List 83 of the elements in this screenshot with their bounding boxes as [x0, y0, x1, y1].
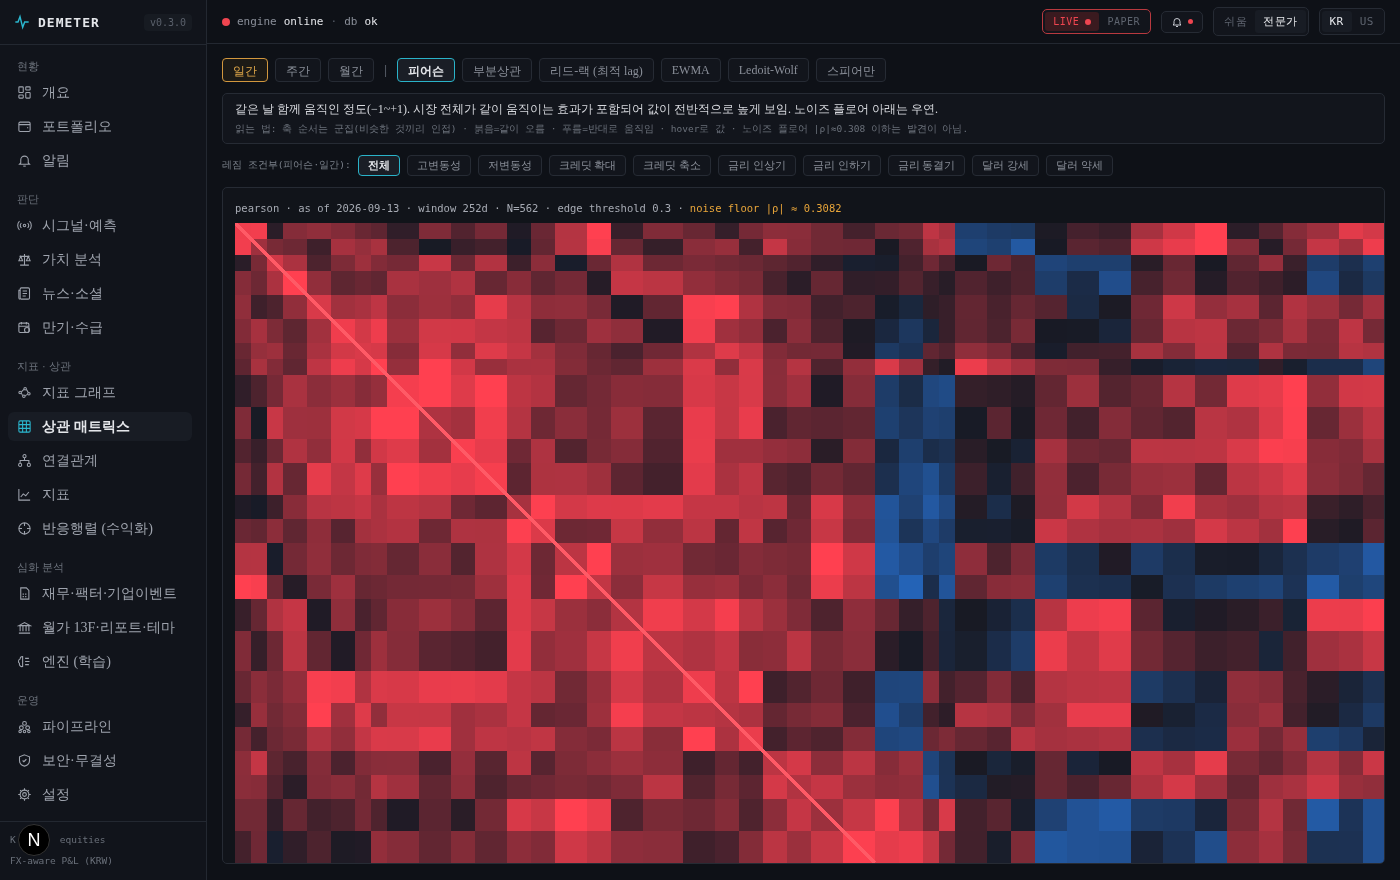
- app-logo: DEMETER: [38, 14, 100, 30]
- freq-tab[interactable]: 주간: [275, 58, 321, 82]
- chip-tab[interactable]: 금리 동결기: [887, 155, 966, 176]
- method-tab[interactable]: 부분상관: [462, 58, 533, 82]
- nav-item[interactable]: 개요: [8, 78, 192, 107]
- freq-tab[interactable]: 일간: [222, 58, 268, 82]
- version-label: v0.3.0: [143, 13, 192, 31]
- method-tab[interactable]: 피어슨: [397, 58, 456, 82]
- wallet-icon: [17, 119, 32, 134]
- nav-item[interactable]: 지표: [8, 480, 192, 509]
- chip-tab[interactable]: 크레딧 축소: [633, 155, 712, 176]
- status-dot: [222, 17, 230, 26]
- hierarchy-icon: [17, 453, 32, 468]
- pulse-icon: [14, 14, 30, 30]
- line-chart-icon: [17, 487, 32, 502]
- reading-hint: 읽는 법: 축 순서는 군집(비슷한 것끼리 인접) · 붉음=같이 오름 · 푸름=반대로 움직임 · hover로 값 · 노이즈 플로어 |ρ|≈0.308 이하는 발견이 아님.: [235, 123, 970, 136]
- freq-tab[interactable]: 월간: [328, 58, 374, 82]
- broadcast-icon: [17, 218, 32, 233]
- bank-icon: [17, 620, 32, 635]
- bell-icon: [17, 153, 32, 168]
- status-label: engine: [237, 15, 277, 28]
- matrix-caption: pearson · as of 2026-09-13 · window 252d · N=562 · edge threshold 0.3 ·: [235, 202, 684, 214]
- chip-tab[interactable]: 금리 인하기: [802, 155, 881, 176]
- description-text: 같은 날 함께 움직인 정도(−1~+1). 시장 전체가 같이 움직이는 효과가 포함되어 값이 전반적으로 높게 보임. 노이즈 플로어 아래는 우연.: [235, 101, 940, 118]
- footer-text: FX-aware P&L (KRW): [10, 854, 114, 868]
- settings-icon: [17, 787, 32, 802]
- method-tab[interactable]: Ledoit-Wolf: [727, 58, 809, 82]
- nav-item[interactable]: 보안·무결성: [8, 746, 192, 775]
- footer-text: equities: [59, 833, 106, 847]
- newspaper-icon: [17, 286, 32, 301]
- chip-tab[interactable]: 고변동성: [406, 155, 471, 176]
- grid-icon: [17, 85, 32, 100]
- nav-item[interactable]: 알림: [8, 146, 192, 175]
- scale-icon: [17, 252, 32, 267]
- status-label: db: [344, 15, 358, 28]
- crosshair-icon: [17, 521, 32, 536]
- calendar-clock-icon: [17, 320, 32, 335]
- nodes-icon: [17, 385, 32, 400]
- bell-icon: [1171, 15, 1183, 28]
- nav-item[interactable]: 설정: [8, 780, 192, 809]
- notifications-button[interactable]: [1161, 10, 1203, 33]
- shield-check-icon: [17, 753, 32, 768]
- separator-text: ·: [330, 15, 338, 28]
- method-tab[interactable]: 스피어만: [815, 58, 886, 82]
- chip-tab[interactable]: 저변동성: [477, 155, 542, 176]
- nav-item[interactable]: 반응행렬 (수익화): [8, 514, 192, 543]
- status-value: ok: [364, 15, 378, 28]
- market-option[interactable]: KR: [1321, 11, 1352, 32]
- chip-tab[interactable]: 전체: [357, 155, 400, 176]
- noise-floor-label: noise floor |ρ| ≈ 0.3082: [689, 202, 842, 214]
- nav-item[interactable]: 가치 분석: [8, 245, 192, 274]
- separator-text: |: [384, 63, 388, 77]
- section-heading: 판단: [16, 192, 40, 207]
- method-tab[interactable]: EWMA: [660, 58, 721, 82]
- section-heading: 지표 · 상관: [16, 359, 72, 374]
- regime-label: 레짐 조건부(피어슨·일간):: [222, 159, 351, 172]
- nav-item[interactable]: 상관 매트릭스: [8, 412, 192, 441]
- nav-item[interactable]: 포트폴리오: [8, 112, 192, 141]
- section-heading: 현황: [16, 59, 40, 74]
- table-grid-icon: [17, 419, 32, 434]
- mode-option[interactable]: LIVE: [1045, 12, 1100, 31]
- dev-tools-badge[interactable]: N: [18, 824, 50, 856]
- chip-tab[interactable]: 금리 인상기: [718, 155, 796, 176]
- chip-tab[interactable]: 달러 약세: [1046, 155, 1113, 176]
- nav-item[interactable]: 파이프라인: [8, 712, 192, 741]
- chip-tab[interactable]: 크레딧 확대: [548, 155, 627, 176]
- nav-item[interactable]: 시그널·예측: [8, 211, 192, 240]
- nav-item[interactable]: 월가 13F·리포트·테마: [8, 613, 192, 642]
- nav-item[interactable]: 재무·팩터·기업이벤트: [8, 579, 192, 608]
- nav-item[interactable]: 엔진 (학습): [8, 647, 192, 676]
- section-heading: 운영: [16, 693, 40, 708]
- method-tab[interactable]: 리드-랙 (최적 lag): [539, 58, 654, 82]
- nav-item[interactable]: 뉴스·소셜: [8, 279, 192, 308]
- nav-item[interactable]: 지표 그래프: [8, 378, 192, 407]
- level-option[interactable]: 전문가: [1255, 10, 1306, 33]
- section-heading: 심화 분석: [16, 560, 66, 575]
- status-value: online: [283, 15, 324, 28]
- nav-item[interactable]: 연결관계: [8, 446, 192, 475]
- footer-text: K: [10, 833, 16, 847]
- nav-item[interactable]: 만기·수급: [8, 313, 192, 342]
- chip-tab[interactable]: 달러 강세: [972, 155, 1040, 176]
- circles-icon: [17, 719, 32, 734]
- document-icon: [17, 586, 32, 601]
